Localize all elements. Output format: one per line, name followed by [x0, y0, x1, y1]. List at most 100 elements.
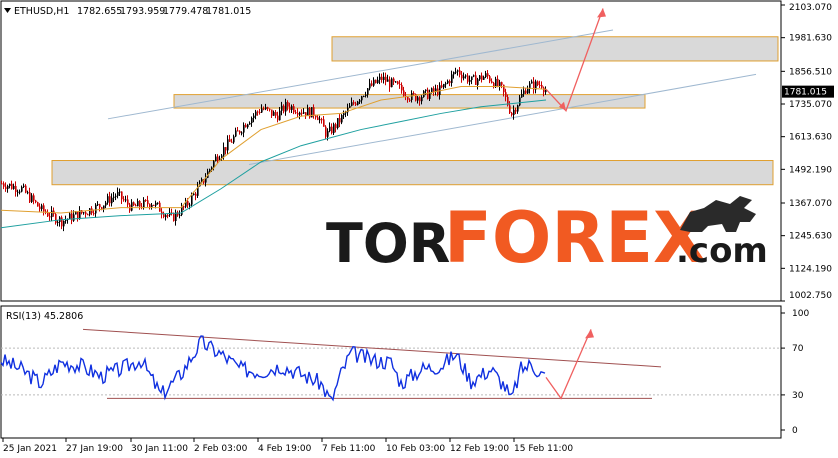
candle-body	[69, 213, 71, 219]
candle-body	[267, 107, 269, 109]
candle-body	[227, 139, 229, 151]
ohlc-close: 1781.015	[206, 6, 251, 17]
candle-body	[483, 76, 485, 80]
rsi-tick-label: 30	[792, 391, 804, 401]
candle-body	[291, 106, 293, 110]
candle-body	[111, 197, 113, 204]
candle-body	[191, 195, 193, 205]
candle-body	[427, 89, 429, 99]
candle-body	[307, 107, 309, 116]
candle-body	[531, 81, 533, 84]
candle-body	[97, 204, 99, 206]
candle-body	[241, 132, 243, 134]
candle-body	[461, 74, 463, 79]
candle-body	[301, 112, 303, 114]
candle-body	[281, 105, 283, 111]
candle-body	[27, 192, 29, 194]
candle-body	[287, 102, 289, 107]
candle-body	[537, 81, 539, 85]
candle-body	[89, 208, 91, 215]
candle-body	[145, 199, 147, 201]
candle-body	[327, 131, 329, 137]
candle-body	[325, 126, 327, 137]
candle-body	[121, 191, 123, 200]
candle-body	[297, 112, 299, 115]
candle-body	[183, 206, 185, 208]
candle-body	[445, 83, 447, 85]
candle-body	[237, 130, 239, 132]
candle-body	[379, 76, 381, 80]
price-tick-label: 1367.070	[789, 199, 832, 209]
candle-body	[471, 76, 473, 81]
candle-body	[127, 199, 129, 205]
candle-body	[131, 202, 133, 211]
candle-body	[515, 109, 517, 112]
candle-body	[319, 119, 321, 121]
candle-body	[357, 101, 359, 105]
candle-body	[451, 74, 453, 84]
brand-forex: FOREX	[444, 197, 707, 279]
candle-body	[413, 92, 415, 95]
candle-body	[417, 97, 419, 101]
candle-body	[187, 200, 189, 206]
candle-body	[371, 83, 373, 86]
candle-body	[105, 202, 107, 206]
candle-body	[497, 78, 499, 86]
candle-body	[399, 84, 401, 86]
candle-body	[65, 219, 67, 221]
candle-body	[57, 221, 59, 223]
candle-body	[295, 112, 297, 114]
price-tick-label: 1492.190	[789, 165, 832, 175]
candle-body	[361, 96, 363, 101]
candle-body	[541, 84, 543, 88]
candle-body	[387, 79, 389, 82]
candle-body	[303, 112, 305, 114]
candle-body	[261, 108, 263, 113]
candle-body	[283, 105, 285, 112]
candle-body	[289, 106, 291, 110]
chart-header: ETHUSD,H1 1782.655 1793.959 1779.478 178…	[4, 6, 251, 17]
candle-body	[135, 205, 137, 207]
candle-body	[335, 124, 337, 128]
candle-body	[359, 100, 361, 102]
candle-body	[13, 185, 15, 189]
candle-body	[365, 94, 367, 96]
time-tick-label: 30 Jan 11:00	[131, 444, 188, 454]
candle-body	[273, 112, 275, 116]
candle-body	[23, 185, 25, 187]
candle-body	[115, 195, 117, 197]
current-price-tag: 1781.015	[782, 85, 834, 98]
candle-body	[425, 89, 427, 92]
candle-body	[119, 191, 121, 193]
candle-body	[95, 204, 97, 214]
candle-body	[509, 105, 511, 113]
candle-body	[527, 88, 529, 94]
candle-body	[331, 126, 333, 134]
candle-body	[43, 205, 45, 212]
candle-body	[429, 92, 431, 99]
candle-body	[473, 75, 475, 77]
price-tick-label: 1981.630	[789, 34, 832, 44]
current-price-value: 1781.015	[784, 88, 827, 98]
candle-body	[63, 220, 65, 227]
candle-body	[233, 136, 235, 143]
candle-body	[21, 186, 23, 192]
price-tick-label: 1856.510	[789, 67, 832, 77]
candle-body	[243, 124, 245, 133]
candle-body	[77, 211, 79, 220]
candle-body	[17, 191, 19, 193]
candle-body	[247, 124, 249, 128]
candle-body	[353, 102, 355, 104]
candle-body	[5, 186, 7, 189]
candle-body	[125, 199, 127, 201]
candle-body	[31, 195, 33, 202]
candle-body	[173, 213, 175, 222]
symbol-label: ETHUSD,H1	[14, 6, 69, 17]
candle-body	[139, 201, 141, 207]
candle-body	[11, 183, 13, 189]
candle-body	[7, 185, 9, 189]
candle-body	[351, 102, 353, 106]
candle-body	[485, 73, 487, 77]
candle-body	[223, 147, 225, 156]
candle-body	[179, 214, 181, 216]
